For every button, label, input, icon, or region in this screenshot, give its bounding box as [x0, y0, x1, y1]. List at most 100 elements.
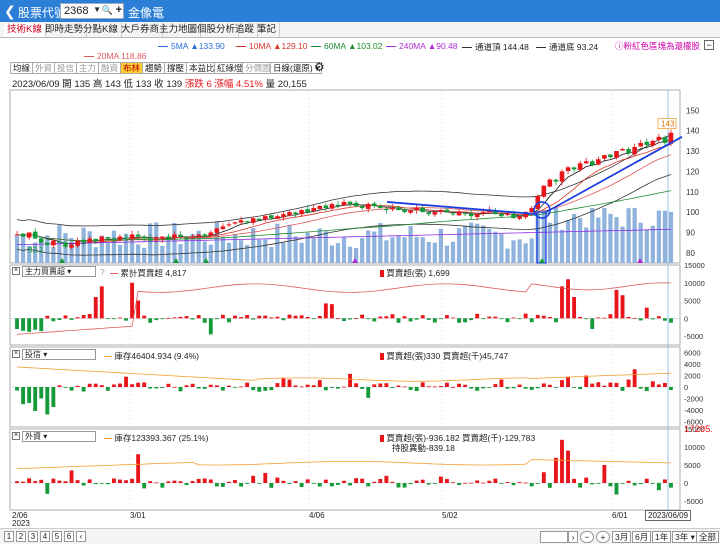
- page-3[interactable]: 3: [28, 531, 38, 542]
- volume-bar: [148, 223, 153, 263]
- xlabel-current-date: 2023/06/09: [645, 510, 692, 521]
- close-panel2-icon[interactable]: ×: [12, 267, 20, 275]
- close-panel4-icon[interactable]: ×: [12, 432, 20, 440]
- volume-bar: [578, 217, 583, 263]
- volume-bar: [584, 227, 589, 263]
- sub3-bar: [239, 483, 244, 487]
- sub1-bar: [118, 317, 122, 319]
- sub2-bar: [329, 387, 334, 388]
- candle-body: [656, 136, 662, 140]
- sub2-bar: [444, 382, 449, 387]
- panel2-bar-label: 買賣超(張) 1,699: [380, 267, 450, 279]
- sub3-bar: [21, 481, 26, 483]
- range-6m[interactable]: 6月: [632, 531, 652, 543]
- sub3-bar: [136, 454, 141, 483]
- volume-bar: [444, 245, 450, 263]
- sub3-bar: [547, 483, 552, 488]
- candle-body: [323, 205, 329, 209]
- candle-body: [87, 238, 92, 243]
- volume-bar: [547, 222, 552, 263]
- sub1-bar: [390, 314, 395, 319]
- sub2-bar: [263, 387, 268, 391]
- sub3-bar: [160, 483, 165, 488]
- sub2-tick: 2000: [684, 372, 701, 381]
- sub1-tick: 15000: [684, 261, 705, 270]
- sub2-bar: [81, 387, 86, 392]
- sub3-bar: [124, 480, 128, 483]
- sub2-bar: [105, 387, 110, 391]
- panel3-select[interactable]: 投信 ▾: [22, 349, 96, 360]
- sub3-bar: [214, 483, 219, 487]
- sub2-bar: [487, 387, 492, 388]
- sub3-bar: [227, 481, 231, 483]
- sub2-bar: [311, 385, 316, 387]
- candle-body: [571, 167, 577, 170]
- range-3y[interactable]: 3年 ▾: [672, 531, 698, 543]
- sub1-bar: [45, 315, 50, 319]
- candle-body: [577, 163, 583, 170]
- panel2-help[interactable]: ?: [100, 267, 105, 277]
- sub2-bar: [130, 384, 135, 387]
- page-1[interactable]: 1: [4, 531, 14, 542]
- sub3-bar: [475, 480, 480, 483]
- sub3-bar: [644, 478, 649, 483]
- zoom-out-icon[interactable]: −: [580, 531, 594, 543]
- panel2-line-text: 累計買賣超 4,817: [120, 268, 187, 278]
- sub3-bar: [87, 479, 92, 483]
- sub2-bar: [396, 385, 401, 387]
- sub2-bar: [457, 383, 461, 387]
- sub1-bar: [475, 313, 480, 319]
- sub3-bar: [287, 483, 292, 484]
- scroll-right-icon[interactable]: ›: [568, 531, 578, 543]
- sub2-bar: [529, 387, 534, 390]
- volume-bar: [323, 231, 328, 263]
- sub3-bar: [184, 483, 189, 486]
- sub1-bar: [596, 317, 601, 319]
- sub2-bar: [553, 387, 558, 388]
- sub3-bar: [105, 483, 110, 485]
- panel2-select[interactable]: 主力買賣超 ▾: [22, 266, 96, 277]
- panel4-select[interactable]: 外資 ▾: [22, 431, 96, 442]
- sub1-bar: [251, 318, 256, 320]
- sub1-bar: [384, 316, 389, 319]
- page-5[interactable]: 5: [52, 531, 62, 542]
- candle-body: [602, 155, 607, 159]
- panel3-bar-text: 買賣超(張)330 買賣超(千)45,747: [386, 351, 509, 361]
- sub1-bar: [293, 315, 298, 319]
- range-3m[interactable]: 3月: [612, 531, 632, 543]
- sub2-bar: [196, 387, 201, 389]
- sub3-bar: [342, 480, 346, 483]
- sub1-bar: [202, 318, 207, 323]
- close-panel3-icon[interactable]: ×: [12, 350, 20, 358]
- sub2-bar: [626, 379, 631, 387]
- panel4-sub-label: 持股異動-839.18: [392, 443, 455, 453]
- page-6[interactable]: 6: [64, 531, 74, 542]
- sub3-bar: [420, 479, 425, 483]
- sub1-bar: [541, 315, 546, 319]
- sub3-bar: [463, 482, 468, 484]
- zoom-in-icon[interactable]: +: [596, 531, 610, 543]
- sub3-bar: [396, 483, 401, 488]
- volume-bar: [511, 240, 516, 263]
- sub1-bar: [27, 318, 32, 332]
- volume-bar: [523, 243, 528, 263]
- sub2-bar: [372, 384, 377, 387]
- page-4[interactable]: 4: [40, 531, 50, 542]
- sub1-bar: [21, 318, 26, 331]
- sub3-bar: [669, 483, 673, 488]
- range-1y[interactable]: 1年: [652, 531, 672, 543]
- candle-body: [499, 213, 504, 217]
- sub1-bar: [517, 318, 522, 320]
- volume-bar: [438, 228, 443, 263]
- sub2-bar: [245, 382, 250, 387]
- volume-bar: [347, 246, 353, 263]
- candle-body: [20, 233, 26, 237]
- sub3-bar: [305, 479, 310, 483]
- page-prev-icon[interactable]: ‹: [76, 531, 86, 542]
- sub2-bar: [402, 386, 407, 388]
- range-all[interactable]: 全部: [696, 531, 720, 543]
- candle-body: [608, 154, 613, 158]
- chart-canvas[interactable]: 80 90 100 110 120 130 140 150 143 82.1 -5000 0 5000 1…: [0, 0, 720, 528]
- page-2[interactable]: 2: [16, 531, 26, 542]
- scroll-input[interactable]: [540, 531, 568, 543]
